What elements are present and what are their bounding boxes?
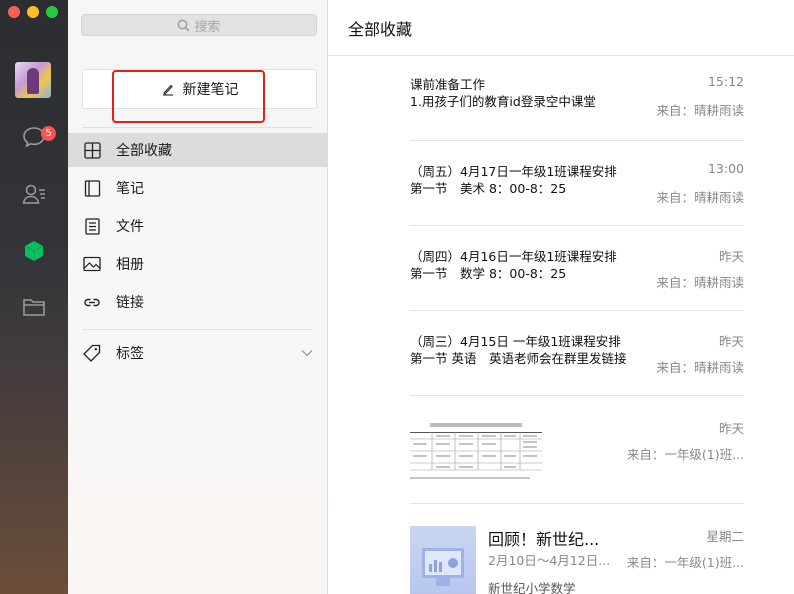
item-divider (410, 140, 744, 141)
favorite-item[interactable]: （周三）4月15日 一年级1班课程安排 第一节 英语 英语老师会在群里发链接 昨… (410, 331, 744, 387)
favorite-item[interactable]: （周五）4月17日一年级1班课程安排 第一节 美术 8：00-8：25 13:0… (410, 161, 744, 217)
search-icon (178, 19, 190, 31)
app-sidebar-rail: 5 (0, 0, 68, 594)
highlight-annotation (112, 70, 265, 123)
favorite-item[interactable]: 课前准备工作 1.用孩子们的教育id登录空中课堂 15:12 来自：晴耕雨读 (410, 74, 744, 130)
sidebar-item-notes[interactable]: 笔记 (68, 171, 327, 205)
favorites-cube-icon[interactable] (17, 234, 51, 268)
sidebar-item-tags[interactable]: 标签 (68, 336, 327, 370)
user-avatar[interactable] (15, 62, 51, 98)
item-text: 第一节 数学 8：00-8：25 (410, 266, 567, 281)
item-source: 来自：晴耕雨读 (656, 190, 744, 205)
contacts-icon[interactable] (17, 177, 51, 211)
document-thumbnail (410, 420, 542, 482)
item-source: 来自：晴耕雨读 (656, 360, 744, 375)
favorite-item[interactable]: 昨天 来自：一年级(1)班... (410, 418, 744, 486)
article-subtitle: 2月10日～4月12日... (488, 553, 611, 568)
sidebar-item-label: 全部收藏 (116, 143, 172, 159)
file-icon (83, 217, 101, 235)
item-source: 来自：晴耕雨读 (656, 275, 744, 290)
item-time: 13:00 (707, 161, 744, 176)
article-thumbnail (410, 526, 476, 594)
sidebar-item-files[interactable]: 文件 (68, 209, 327, 243)
item-divider (410, 503, 744, 504)
item-source: 来自：晴耕雨读 (656, 103, 744, 118)
link-icon (83, 293, 101, 311)
sidebar-item-label: 笔记 (116, 181, 144, 197)
window-close-button[interactable] (8, 6, 20, 18)
item-time: 15:12 (707, 74, 744, 89)
search-placeholder: 搜索 (194, 19, 221, 35)
chevron-down-icon[interactable] (301, 345, 313, 361)
item-text: 第一节 美术 8：00-8：25 (410, 181, 567, 196)
favorite-item[interactable]: 回顾！新世纪... 2月10日～4月12日... 新世纪小学数学 星期二 来自：… (410, 524, 744, 594)
sidebar-item-label: 链接 (116, 295, 144, 311)
sidebar-item-label: 文件 (116, 219, 144, 235)
favorites-list-panel: 全部收藏 课前准备工作 1.用孩子们的教育id登录空中课堂 15:12 来自：晴… (328, 0, 794, 594)
item-divider (410, 395, 744, 396)
window-minimize-button[interactable] (27, 6, 39, 18)
search-box[interactable]: 搜索 (81, 14, 317, 36)
sidebar-item-label: 相册 (116, 257, 144, 273)
article-title: 回顾！新世纪... (488, 530, 600, 549)
item-source: 来自：一年级(1)班... (626, 555, 744, 570)
sidebar-item-album[interactable]: 相册 (68, 247, 327, 281)
item-time: 昨天 (718, 421, 744, 436)
unread-badge: 5 (41, 126, 56, 141)
favorites-sidebar: 搜索 新建笔记 全部收藏 笔记 文件 相册 链接 标签 (68, 0, 328, 594)
folder-icon[interactable] (17, 290, 51, 324)
window-zoom-button[interactable] (46, 6, 58, 18)
image-icon (83, 255, 101, 273)
tags-label: 标签 (116, 346, 144, 362)
notebook-icon (83, 179, 101, 197)
item-time: 昨天 (718, 249, 744, 264)
sidebar-item-links[interactable]: 链接 (68, 285, 327, 319)
tag-icon (83, 344, 101, 362)
item-divider (410, 310, 744, 311)
sidebar-divider (82, 329, 313, 330)
item-time: 昨天 (718, 334, 744, 349)
item-text: 1.用孩子们的教育id登录空中课堂 (410, 94, 596, 109)
item-source: 来自：一年级(1)班... (626, 447, 744, 462)
sidebar-divider (82, 127, 313, 128)
sidebar-item-all-favorites[interactable]: 全部收藏 (68, 133, 327, 167)
header-divider (328, 55, 794, 56)
item-text: 第一节 英语 英语老师会在群里发链接 (410, 351, 627, 366)
item-time: 星期二 (706, 529, 744, 544)
page-title: 全部收藏 (348, 20, 413, 39)
grid-icon (83, 141, 101, 159)
favorite-item[interactable]: （周四）4月16日一年级1班课程安排 第一节 数学 8：00-8：25 昨天 来… (410, 246, 744, 302)
item-divider (410, 225, 744, 226)
article-footer: 新世纪小学数学 (488, 581, 576, 594)
